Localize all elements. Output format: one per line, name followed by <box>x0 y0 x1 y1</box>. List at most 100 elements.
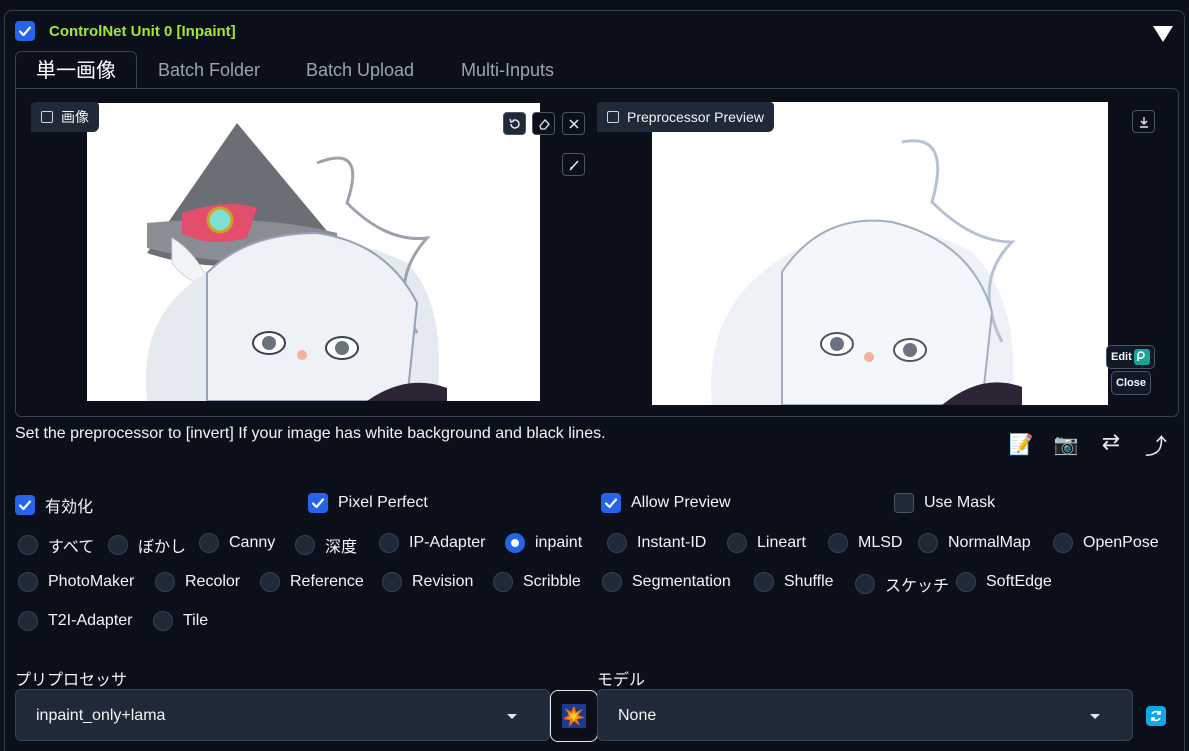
radio-ip-adapter[interactable]: IP-Adapter <box>379 533 485 553</box>
image-label: 画像 <box>31 102 99 132</box>
tab-single-image[interactable]: 単一画像 <box>15 51 137 89</box>
radio-label: Scribble <box>523 573 581 590</box>
radio-dot[interactable] <box>18 535 38 555</box>
download-button[interactable] <box>1132 110 1155 133</box>
checkbox-box[interactable] <box>15 495 35 515</box>
refresh-models-button[interactable] <box>1146 706 1166 726</box>
radio-dot[interactable] <box>505 533 525 553</box>
enable-checkbox[interactable]: 有効化 <box>15 493 93 517</box>
tab-batch-upload[interactable]: Batch Upload <box>306 51 414 89</box>
radio-label: Canny <box>229 534 276 551</box>
radio-label: IP-Adapter <box>409 534 486 551</box>
tab-multi-inputs[interactable]: Multi-Inputs <box>461 51 554 89</box>
radio-dot[interactable] <box>382 572 402 592</box>
preview-label: Preprocessor Preview <box>597 102 774 132</box>
radio-photomaker[interactable]: PhotoMaker <box>18 572 134 592</box>
photopea-icon <box>1133 349 1150 365</box>
radio-dot[interactable] <box>918 533 938 553</box>
use-mask-label: Use Mask <box>924 494 996 511</box>
enable-label: 有効化 <box>45 499 94 516</box>
radio-lineart[interactable]: Lineart <box>727 533 806 553</box>
radio-dot[interactable] <box>607 533 627 553</box>
radio-tile[interactable]: Tile <box>153 611 208 631</box>
radio-dot[interactable] <box>199 533 219 553</box>
radio-dot[interactable] <box>108 535 128 555</box>
radio-label: Revision <box>412 573 474 590</box>
radio-openpose[interactable]: OpenPose <box>1053 533 1159 553</box>
radio-blur[interactable]: ぼかし <box>108 533 186 557</box>
check-icon <box>18 500 32 511</box>
radio-dot[interactable] <box>295 535 315 555</box>
hint-text: Set the preprocessor to [invert] If your… <box>15 425 606 442</box>
radio-t2i-adapter[interactable]: T2I-Adapter <box>18 611 132 631</box>
pixel-perfect-label: Pixel Perfect <box>338 494 428 511</box>
radio-dot[interactable] <box>828 533 848 553</box>
allow-preview-checkbox[interactable]: Allow Preview <box>601 493 731 513</box>
radio-label: T2I-Adapter <box>48 612 133 629</box>
radio-label: PhotoMaker <box>48 573 135 590</box>
image-icon <box>607 111 619 123</box>
image-canvas[interactable] <box>87 103 540 401</box>
radio-segmentation[interactable]: Segmentation <box>602 572 731 592</box>
radio-inpaint[interactable]: inpaint <box>505 533 582 553</box>
radio-depth[interactable]: 深度 <box>295 533 357 557</box>
radio-dot[interactable] <box>379 533 399 553</box>
preprocessor-select[interactable]: inpaint_only+lama <box>15 689 550 741</box>
collapse-triangle-icon[interactable] <box>1153 26 1173 42</box>
radio-dot[interactable] <box>602 572 622 592</box>
radio-dot[interactable] <box>153 611 173 631</box>
memo-icon[interactable]: 📝 <box>1008 432 1034 457</box>
radio-shuffle[interactable]: Shuffle <box>754 572 834 592</box>
radio-dot[interactable] <box>155 572 175 592</box>
checkbox-box[interactable] <box>601 493 621 513</box>
send-icon[interactable]: ⤴ <box>1143 429 1169 461</box>
unit-enable-checkbox[interactable] <box>15 21 35 41</box>
radio-dot[interactable] <box>260 572 280 592</box>
use-mask-checkbox[interactable]: Use Mask <box>894 493 995 513</box>
pixel-perfect-checkbox[interactable]: Pixel Perfect <box>308 493 428 513</box>
undo-button[interactable] <box>503 112 526 135</box>
eraser-button[interactable] <box>532 112 555 135</box>
radio-label: inpaint <box>535 534 583 551</box>
radio-softedge[interactable]: SoftEdge <box>956 572 1052 592</box>
checkbox-box[interactable] <box>308 493 328 513</box>
radio-dot[interactable] <box>956 572 976 592</box>
radio-revision[interactable]: Revision <box>382 572 473 592</box>
radio-dot[interactable] <box>855 574 875 594</box>
radio-label: SoftEdge <box>986 573 1052 590</box>
model-select[interactable]: None <box>597 689 1133 741</box>
radio-canny[interactable]: Canny <box>199 533 275 553</box>
image-icon <box>41 111 53 123</box>
clear-button[interactable] <box>562 112 585 135</box>
radio-label: ぼかし <box>138 539 187 556</box>
run-preprocessor-button[interactable] <box>550 690 598 742</box>
model-label: モデル <box>597 672 646 689</box>
radio-label: すべて <box>48 539 95 556</box>
check-icon <box>311 498 325 509</box>
radio-normalmap[interactable]: NormalMap <box>918 533 1031 553</box>
edit-button[interactable]: Edit <box>1106 345 1155 369</box>
radio-sketch[interactable]: スケッチ <box>855 572 949 596</box>
close-preview-button[interactable]: Close <box>1111 371 1151 395</box>
radio-dot[interactable] <box>1053 533 1073 553</box>
radio-dot[interactable] <box>754 572 774 592</box>
radio-recolor[interactable]: Recolor <box>155 572 240 592</box>
tab-batch-folder[interactable]: Batch Folder <box>158 51 260 89</box>
radio-reference[interactable]: Reference <box>260 572 364 592</box>
radio-label: Reference <box>290 573 364 590</box>
brush-button[interactable] <box>562 153 585 176</box>
radio-label: NormalMap <box>948 534 1031 551</box>
radio-dot[interactable] <box>493 572 513 592</box>
radio-dot[interactable] <box>18 611 38 631</box>
radio-label: 深度 <box>325 539 358 556</box>
radio-dot[interactable] <box>18 572 38 592</box>
swap-icon[interactable]: ⇄ <box>1098 429 1124 455</box>
checkbox-box[interactable] <box>894 493 914 513</box>
camera-icon[interactable]: 📷 <box>1053 432 1079 457</box>
radio-all[interactable]: すべて <box>18 533 94 557</box>
unit-title[interactable]: ControlNet Unit 0 [Inpaint] <box>49 23 236 40</box>
radio-instant-id[interactable]: Instant-ID <box>607 533 706 553</box>
radio-dot[interactable] <box>727 533 747 553</box>
radio-scribble[interactable]: Scribble <box>493 572 581 592</box>
radio-mlsd[interactable]: MLSD <box>828 533 902 553</box>
